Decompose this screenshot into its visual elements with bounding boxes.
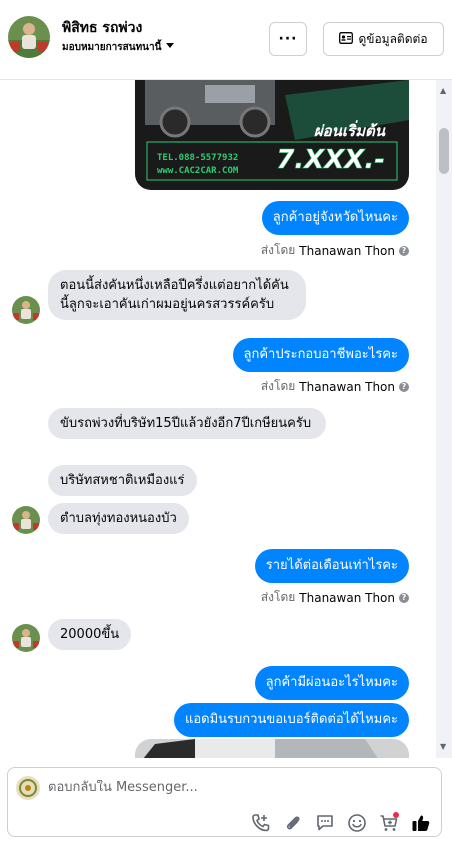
smiley-icon[interactable]	[346, 812, 368, 834]
paperclip-icon[interactable]	[282, 812, 304, 834]
promo-web: www.CAC2CAR.COM	[157, 166, 239, 176]
sent-by-agent: Thanawan Thon	[299, 243, 395, 258]
notification-dot	[393, 812, 399, 818]
outgoing-message[interactable]: แอดมินรบกวนขอเบอร์ติดต่อได้ไหมคะ	[173, 703, 409, 737]
incoming-message[interactable]: ขับรถพ่วงที่บริษัท15ปีแล้วยังอีก7ปีเกษีย…	[48, 408, 326, 439]
sent-by-label: ส่งโดย Thanawan Thon ?	[261, 241, 409, 260]
outgoing-message[interactable]: ลูกค้ามีผ่อนอะไรไหมคะ	[254, 666, 409, 700]
info-icon[interactable]: ?	[399, 381, 409, 392]
outgoing-message[interactable]: รายได้ต่อเดือนเท่าไรคะ	[254, 549, 409, 583]
sent-by-label: ส่งโดย Thanawan Thon ?	[261, 588, 409, 607]
thumbs-up-icon[interactable]	[410, 812, 432, 834]
sender-avatar	[12, 296, 40, 324]
message-thread[interactable]: ผ่อนเริ่มต้น 7.XXX.- TEL.088-5577932 www…	[0, 80, 436, 758]
outgoing-message[interactable]: ลูกค้าประกอบอาชีพอะไรคะ	[232, 338, 409, 372]
info-icon[interactable]: ?	[399, 245, 409, 256]
scroll-up-icon[interactable]: ▲	[440, 86, 446, 95]
sent-by-label: ส่งโดย Thanawan Thon ?	[261, 377, 409, 396]
sender-avatar	[12, 624, 40, 652]
thread-scrollbar[interactable]	[436, 80, 452, 758]
sender-avatar	[12, 506, 40, 534]
info-icon[interactable]: ?	[399, 592, 409, 603]
contact-card-icon	[339, 31, 354, 47]
sent-by-prefix: ส่งโดย	[260, 590, 296, 604]
sent-by-prefix: ส่งโดย	[260, 243, 296, 257]
incoming-message[interactable]: บริษัทสหชาติเหมืองแร่	[48, 465, 197, 496]
reply-input[interactable]	[48, 780, 428, 795]
phone-add-icon[interactable]	[250, 812, 272, 834]
contact-avatar[interactable]	[8, 16, 50, 58]
view-contact-label: ดูข้อมูลติดต่อ	[358, 31, 428, 46]
promo-price-line1: ผ่อนเริ่มต้น	[314, 120, 386, 140]
chat-bubble-icon[interactable]	[314, 812, 336, 834]
more-options-button[interactable]: ···	[269, 22, 307, 56]
promo-price-line2: 7.XXX.-	[276, 145, 385, 175]
assign-label: มอบหมายการสนทนานี้	[62, 42, 162, 53]
promo-image-message[interactable]: ผ่อนเริ่มต้น 7.XXX.- TEL.088-5577932 www…	[135, 80, 409, 190]
incoming-message[interactable]: ตำบลทุ่งทองหนองบัว	[48, 503, 189, 534]
contact-name: พิสิทธ รถพ่วง	[62, 20, 143, 36]
incoming-message[interactable]: 20000ขึ้น	[48, 619, 132, 650]
sent-by-prefix: ส่งโดย	[260, 379, 296, 393]
ellipsis-icon: ···	[278, 31, 298, 47]
scroll-down-icon[interactable]: ▼	[440, 742, 446, 751]
view-contact-button[interactable]: ดูข้อมูลติดต่อ	[323, 22, 444, 56]
image-message[interactable]	[135, 739, 409, 758]
incoming-message[interactable]: ตอนนี้ส่งคันหนึ่งเหลือปีครึ่งแต่อยากได้ค…	[48, 270, 306, 320]
promo-phone: TEL.088-5577932	[157, 153, 238, 163]
page-avatar	[16, 776, 40, 800]
outgoing-message[interactable]: ลูกค้าอยู่จังหวัดไหนคะ	[261, 201, 409, 235]
caret-down-icon	[165, 42, 175, 53]
assign-conversation-dropdown[interactable]: มอบหมายการสนทนานี้	[62, 40, 175, 55]
sent-by-agent: Thanawan Thon	[299, 379, 395, 394]
reply-composer	[7, 767, 442, 837]
cart-icon[interactable]	[378, 812, 400, 834]
conversation-header: พิสิทธ รถพ่วง มอบหมายการสนทนานี้ ··· ดูข…	[0, 0, 452, 80]
sent-by-agent: Thanawan Thon	[299, 590, 395, 605]
scroll-thumb[interactable]	[439, 128, 449, 174]
